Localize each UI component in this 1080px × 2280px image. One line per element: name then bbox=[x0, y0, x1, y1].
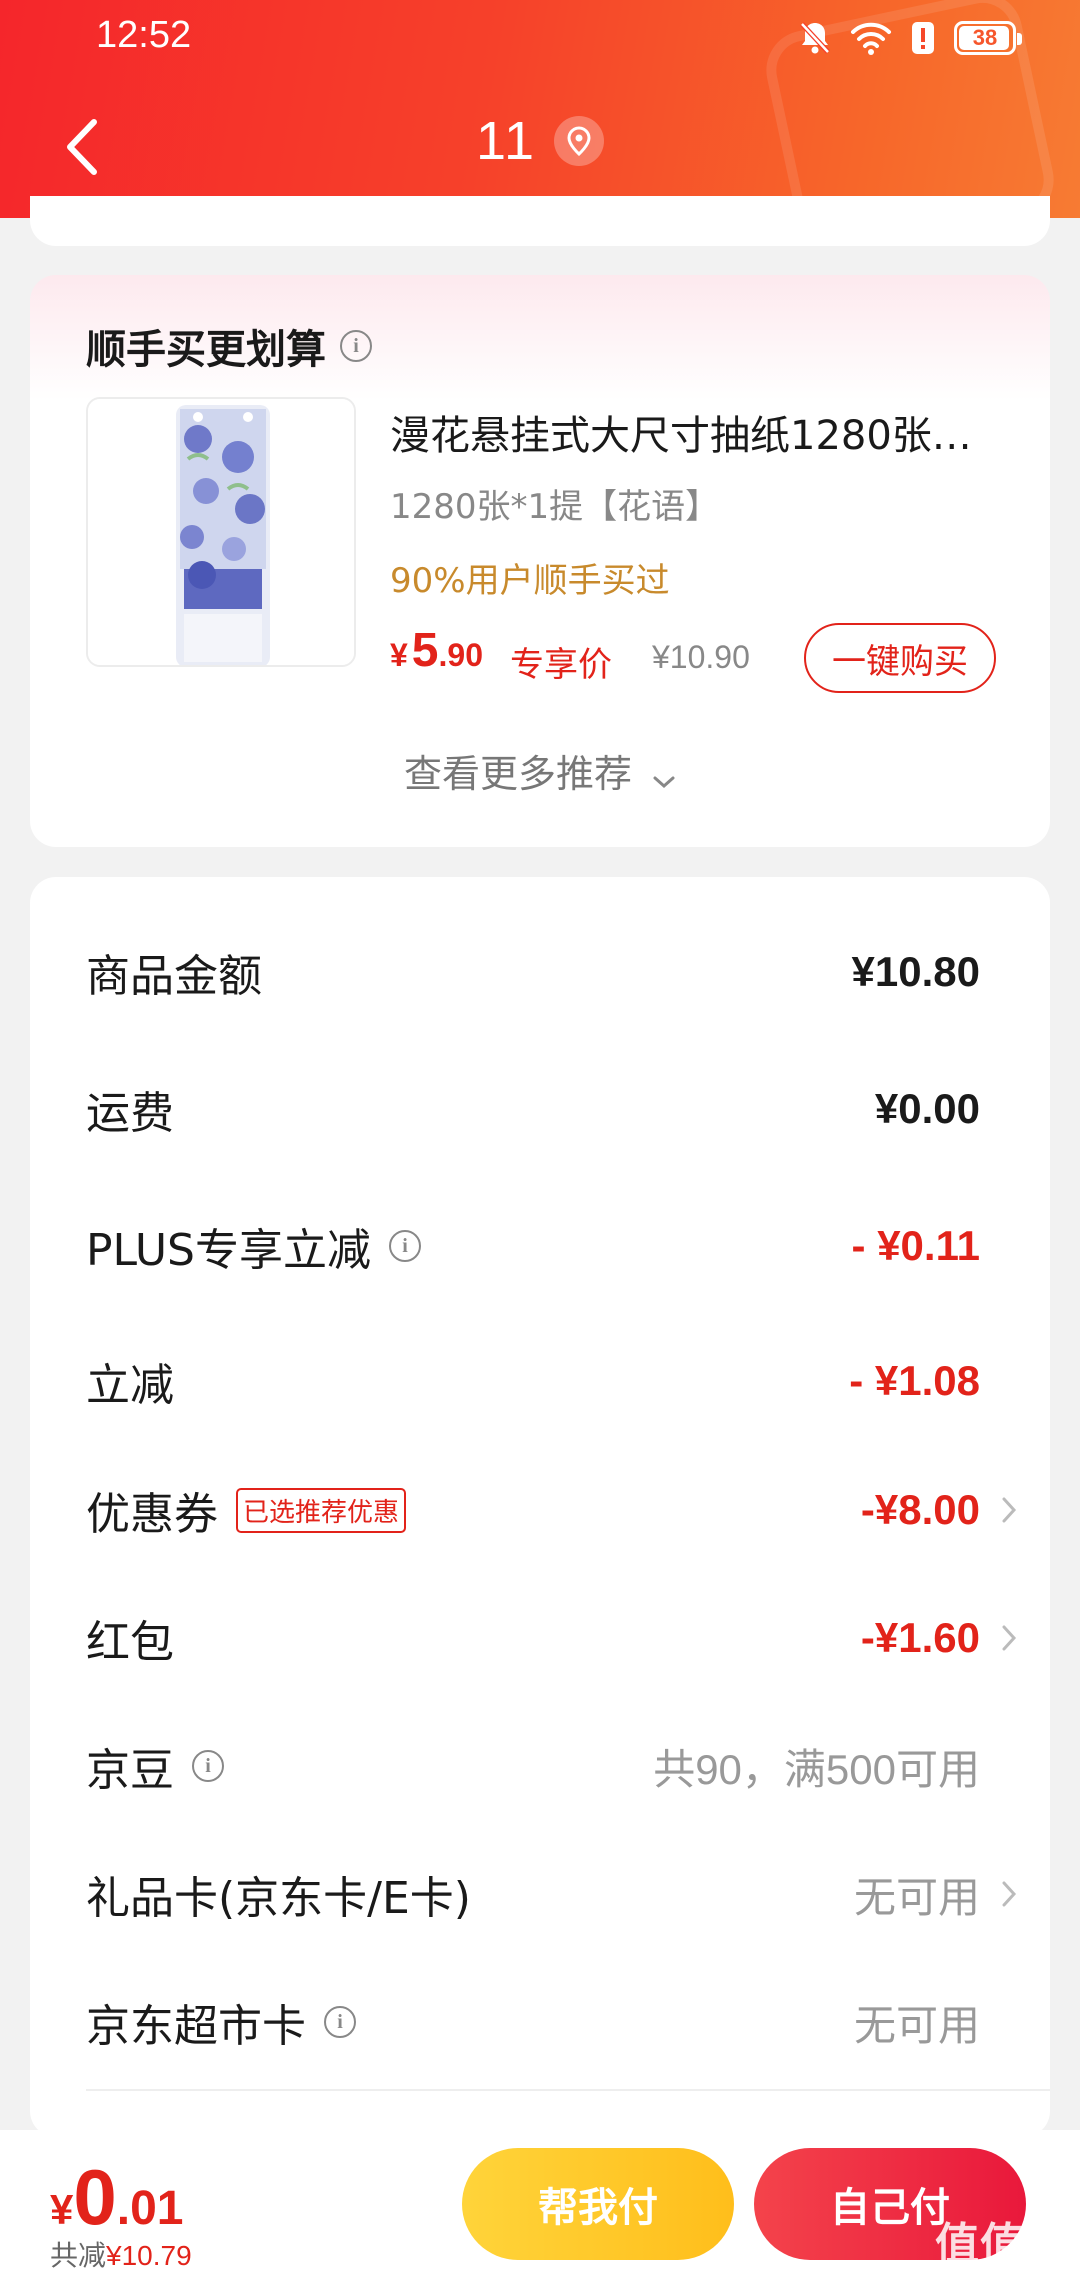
location-icon bbox=[554, 116, 605, 166]
chevron-right-icon bbox=[1000, 1495, 1018, 1529]
row-label-text: 京豆 bbox=[86, 1745, 174, 1796]
product-social-proof: 90%用户顺手买过 bbox=[390, 561, 670, 601]
row-value: 无可用 bbox=[853, 2001, 980, 2049]
summary-row-supermarket-card: 京东超市卡 i 无可用 bbox=[86, 1977, 986, 2067]
summary-row-plus-discount: PLUS专享立减 i - ¥0.11 bbox=[86, 1201, 986, 1291]
divider bbox=[86, 2089, 1050, 2091]
original-price: ¥10.90 bbox=[652, 639, 750, 675]
wifi-icon bbox=[850, 21, 892, 55]
row-value: - ¥1.08 bbox=[849, 1357, 980, 1404]
checkout-bar: ¥ 0 .01 共减¥10.79 帮我付 自己付 值值值 zhizhizhi.c… bbox=[0, 2130, 1080, 2280]
info-icon[interactable]: i bbox=[192, 1750, 224, 1782]
product-name[interactable]: 漫花悬挂式大尺寸抽纸1280张… bbox=[390, 403, 990, 461]
saved-value: ¥10.79 bbox=[106, 2240, 192, 2271]
more-recommend-label: 查看更多推荐 bbox=[403, 752, 632, 796]
total-decimal: .01 bbox=[116, 2182, 184, 2235]
product-price: ¥ 5 .90 bbox=[390, 623, 483, 678]
product-image[interactable] bbox=[86, 397, 356, 667]
summary-row-coupon[interactable]: 优惠券 已选推荐优惠 -¥8.00 bbox=[86, 1465, 1017, 1555]
info-icon[interactable]: i bbox=[340, 330, 372, 362]
order-summary-card: 商品金额 ¥10.80 运费 ¥0.00 PLUS专享立减 i - ¥0.11 … bbox=[30, 877, 1050, 2137]
status-icons: 38 bbox=[798, 18, 1022, 58]
total-price: ¥ 0 .01 bbox=[50, 2152, 183, 2243]
row-label: 京豆 i bbox=[86, 1734, 224, 1798]
info-icon[interactable]: i bbox=[324, 2006, 356, 2038]
summary-row-gift-card[interactable]: 礼品卡(京东卡/E卡) 无可用 bbox=[86, 1849, 1017, 1939]
product-spec: 1280张*1提【花语】 bbox=[390, 487, 720, 527]
price-decimal: .90 bbox=[438, 637, 483, 673]
tissue-pack-icon bbox=[88, 399, 354, 665]
price-tag: 专享价 bbox=[510, 645, 612, 685]
self-pay-label: 自己付 bbox=[830, 2185, 950, 2231]
header-bar: 12:52 38 11 bbox=[0, 0, 1080, 218]
alert-sim-icon bbox=[910, 20, 936, 56]
row-value: -¥1.60 bbox=[860, 1614, 980, 1661]
recommend-title: 顺手买更划算 i bbox=[86, 317, 372, 375]
total-integer: 0 bbox=[73, 2153, 117, 2241]
row-label: 优惠券 已选推荐优惠 bbox=[86, 1478, 407, 1542]
row-value: 共90，满500可用 bbox=[653, 1745, 980, 1793]
row-label: 商品金额 bbox=[86, 951, 262, 1002]
battery-icon: 38 bbox=[954, 21, 1022, 55]
watermark: 值值值 zhizhizhi.com bbox=[935, 2208, 1070, 2280]
summary-row-shipping: 运费 ¥0.00 bbox=[86, 1064, 986, 1154]
status-time: 12:52 bbox=[96, 14, 192, 56]
price-symbol: ¥ bbox=[390, 637, 408, 673]
recommend-card: 顺手买更划算 i 漫花悬挂式大尺寸抽纸1280张… 1280张*1提【花语】 9… bbox=[30, 275, 1050, 847]
chevron-right-icon bbox=[1000, 1879, 1018, 1913]
total-symbol: ¥ bbox=[50, 2186, 74, 2233]
info-icon[interactable]: i bbox=[389, 1230, 421, 1262]
row-label-text: PLUS专享立减 bbox=[86, 1225, 371, 1276]
row-value: ¥10.80 bbox=[851, 948, 980, 995]
row-value: ¥0.00 bbox=[874, 1085, 980, 1132]
coupon-badge: 已选推荐优惠 bbox=[236, 1487, 407, 1533]
header-title-group[interactable]: 11 bbox=[0, 110, 1080, 172]
help-me-pay-button[interactable]: 帮我付 bbox=[462, 2148, 734, 2260]
row-label: 红包 bbox=[86, 1617, 174, 1668]
recommend-title-text: 顺手买更划算 bbox=[86, 327, 326, 373]
row-label: 运费 bbox=[86, 1088, 174, 1139]
price-integer: 5 bbox=[411, 624, 439, 677]
summary-row-red-packet[interactable]: 红包 -¥1.60 bbox=[86, 1593, 1017, 1683]
total-saved: 共减¥10.79 bbox=[50, 2234, 192, 2274]
summary-row-jd-beans: 京豆 i 共90，满500可用 bbox=[86, 1721, 986, 1811]
chevron-right-icon bbox=[1000, 1623, 1018, 1657]
row-value: 无可用 bbox=[853, 1873, 980, 1921]
more-recommend-link[interactable]: 查看更多推荐 bbox=[30, 743, 1050, 799]
row-label: 立减 bbox=[86, 1360, 174, 1411]
watermark-url: zhizhizhi.com bbox=[948, 2268, 1070, 2280]
bell-muted-icon bbox=[798, 20, 832, 56]
saved-label: 共减 bbox=[50, 2239, 107, 2272]
row-label: 礼品卡(京东卡/E卡) bbox=[86, 1873, 471, 1924]
one-click-buy-button[interactable]: 一键购买 bbox=[804, 623, 996, 693]
status-bar: 12:52 38 bbox=[0, 0, 1080, 74]
summary-row-instant-discount: 立减 - ¥1.08 bbox=[86, 1336, 986, 1426]
row-label: 京东超市卡 i bbox=[86, 1990, 356, 2054]
row-value: - ¥0.11 bbox=[851, 1222, 980, 1269]
row-label: PLUS专享立减 i bbox=[86, 1214, 421, 1278]
page-title: 11 bbox=[475, 111, 537, 171]
row-label-text: 优惠券 bbox=[86, 1489, 218, 1540]
row-value: -¥8.00 bbox=[860, 1486, 980, 1533]
previous-card-bottom bbox=[30, 196, 1050, 246]
watermark-logo: 值值值 bbox=[935, 2219, 1070, 2270]
chevron-down-icon bbox=[652, 755, 676, 799]
row-label-text: 京东超市卡 bbox=[86, 2001, 306, 2052]
summary-row-goods-amount: 商品金额 ¥10.80 bbox=[86, 927, 986, 1017]
